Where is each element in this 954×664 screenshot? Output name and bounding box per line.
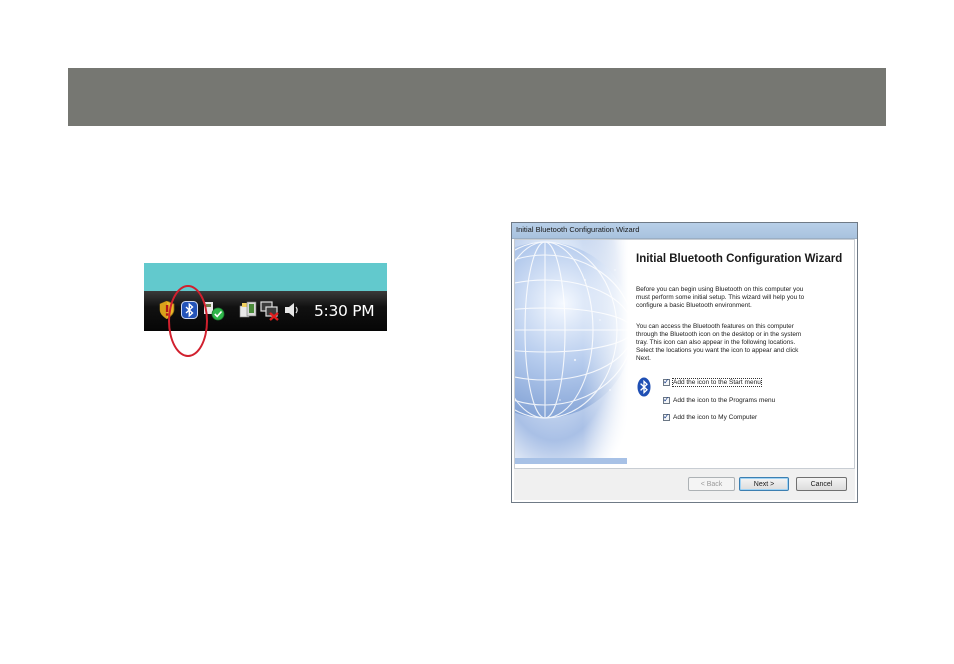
back-button[interactable]: < Back: [688, 477, 735, 491]
checkbox-my-computer[interactable]: ✓: [663, 412, 670, 421]
wizard-button-bar: < Back Next > Cancel: [514, 469, 855, 500]
bluetooth-icon-highlight: [168, 285, 208, 357]
next-button[interactable]: Next >: [739, 477, 789, 491]
network-disconnected-icon[interactable]: [260, 301, 280, 321]
option-label[interactable]: Add the icon to My Computer: [673, 414, 757, 421]
option-label[interactable]: Add the icon to the Programs menu: [673, 397, 775, 404]
option-start-menu[interactable]: ✓ Add the icon to the Start menu: [663, 377, 762, 387]
wizard-heading: Initial Bluetooth Configuration Wizard: [636, 253, 843, 265]
safely-remove-hardware-icon[interactable]: [239, 301, 257, 319]
header-bar: [68, 68, 886, 126]
bluetooth-icon: [637, 377, 651, 397]
cancel-button[interactable]: Cancel: [796, 477, 847, 491]
wizard-locations-text: You can access the Bluetooth features on…: [636, 323, 802, 363]
taskbar-clock[interactable]: 5:30 PM: [314, 302, 375, 320]
option-my-computer[interactable]: ✓ Add the icon to My Computer: [663, 412, 757, 422]
dialog-titlebar[interactable]: Initial Bluetooth Configuration Wizard: [512, 223, 857, 239]
bluetooth-config-wizard-dialog: Initial Bluetooth Configuration Wizard I…: [511, 222, 858, 503]
globe-graphic: [515, 240, 628, 464]
dialog-title: Initial Bluetooth Configuration Wizard: [516, 225, 640, 234]
checkbox-start-menu[interactable]: ✓: [663, 377, 670, 386]
option-label[interactable]: Add the icon to the Start menu: [672, 377, 762, 387]
checkbox-programs-menu[interactable]: ✓: [663, 395, 670, 404]
wizard-intro-text: Before you can begin using Bluetooth on …: [636, 286, 805, 310]
option-programs-menu[interactable]: ✓ Add the icon to the Programs menu: [663, 395, 775, 405]
volume-icon[interactable]: [284, 301, 300, 319]
wizard-body: Initial Bluetooth Configuration Wizard B…: [514, 239, 855, 469]
